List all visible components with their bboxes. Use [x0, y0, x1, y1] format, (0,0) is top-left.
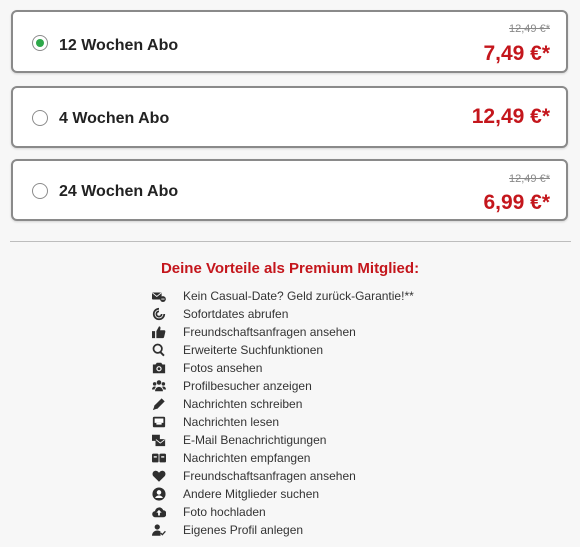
benefit-label: Freundschaftsanfragen ansehen	[183, 469, 356, 483]
benefit-item: Nachrichten empfangen	[150, 449, 414, 467]
benefit-label: Erweiterte Suchfunktionen	[183, 343, 324, 357]
radio-button-selected[interactable]	[32, 35, 48, 51]
radio-button[interactable]	[32, 183, 48, 199]
chat-icon	[150, 451, 168, 465]
plan-price: 6,99 €*	[483, 191, 550, 214]
benefit-item: Erweiterte Suchfunktionen	[150, 341, 414, 359]
benefit-item: Kein Casual-Date? Geld zurück-Garantie!*…	[150, 287, 414, 305]
no-entry-envelope-icon	[150, 289, 168, 303]
spiral-icon	[150, 307, 168, 321]
benefit-label: Nachrichten empfangen	[183, 451, 311, 465]
plan-option-12-weeks[interactable]: 12 Wochen Abo 12,49 €* 7,49 €*	[11, 10, 568, 73]
benefit-label: Andere Mitglieder suchen	[183, 487, 320, 501]
divider	[10, 241, 571, 242]
benefit-item: Profilbesucher anzeigen	[150, 377, 414, 395]
benefit-item: Andere Mitglieder suchen	[150, 485, 414, 503]
benefit-label: E-Mail Benachrichtigungen	[183, 433, 327, 447]
benefit-item: Nachrichten lesen	[150, 413, 414, 431]
benefit-label: Nachrichten lesen	[183, 415, 280, 429]
benefit-label: Nachrichten schreiben	[183, 397, 303, 411]
radio-button[interactable]	[32, 110, 48, 126]
benefit-item: Freundschaftsanfragen ansehen	[150, 323, 414, 341]
benefit-label: Freundschaftsanfragen ansehen	[183, 325, 356, 339]
plan-name: 12 Wochen Abo	[59, 37, 179, 54]
benefit-label: Kein Casual-Date? Geld zurück-Garantie!*…	[183, 289, 414, 303]
thumbs-up-icon	[150, 325, 168, 339]
benefit-item: Eigenes Profil anlegen	[150, 521, 414, 539]
benefit-item: Freundschaftsanfragen ansehen	[150, 467, 414, 485]
user-circle-icon	[150, 487, 168, 501]
old-price: 12,49 €*	[509, 23, 550, 35]
plan-price: 12,49 €*	[471, 105, 550, 128]
plan-option-24-weeks[interactable]: 24 Wochen Abo 12,49 €* 6,99 €*	[11, 159, 568, 221]
benefit-label: Foto hochladen	[183, 505, 266, 519]
benefit-label: Eigenes Profil anlegen	[183, 523, 304, 537]
search-icon	[150, 343, 168, 357]
pencil-icon	[150, 397, 168, 411]
mail-notification-icon	[150, 433, 168, 447]
old-price: 12,49 €*	[509, 173, 550, 185]
benefit-item: Sofortdates abrufen	[150, 305, 414, 323]
user-check-icon	[150, 523, 168, 537]
plan-name: 4 Wochen Abo	[59, 110, 170, 127]
benefit-item: Nachrichten schreiben	[150, 395, 414, 413]
cloud-upload-icon	[150, 505, 168, 519]
plan-option-4-weeks[interactable]: 4 Wochen Abo 12,49 €*	[11, 86, 568, 148]
benefit-item: Fotos ansehen	[150, 359, 414, 377]
benefits-list: Kein Casual-Date? Geld zurück-Garantie!*…	[150, 287, 414, 539]
benefit-label: Fotos ansehen	[183, 361, 263, 375]
benefit-item: Foto hochladen	[150, 503, 414, 521]
camera-icon	[150, 361, 168, 375]
inbox-icon	[150, 415, 168, 429]
benefit-label: Sofortdates abrufen	[183, 307, 289, 321]
plan-price: 7,49 €*	[483, 42, 550, 65]
heart-icon	[150, 469, 168, 483]
benefits-title: Deine Vorteile als Premium Mitglied:	[160, 260, 420, 277]
plan-name: 24 Wochen Abo	[59, 183, 179, 200]
benefit-item: E-Mail Benachrichtigungen	[150, 431, 414, 449]
benefit-label: Profilbesucher anzeigen	[183, 379, 312, 393]
users-icon	[150, 379, 168, 393]
